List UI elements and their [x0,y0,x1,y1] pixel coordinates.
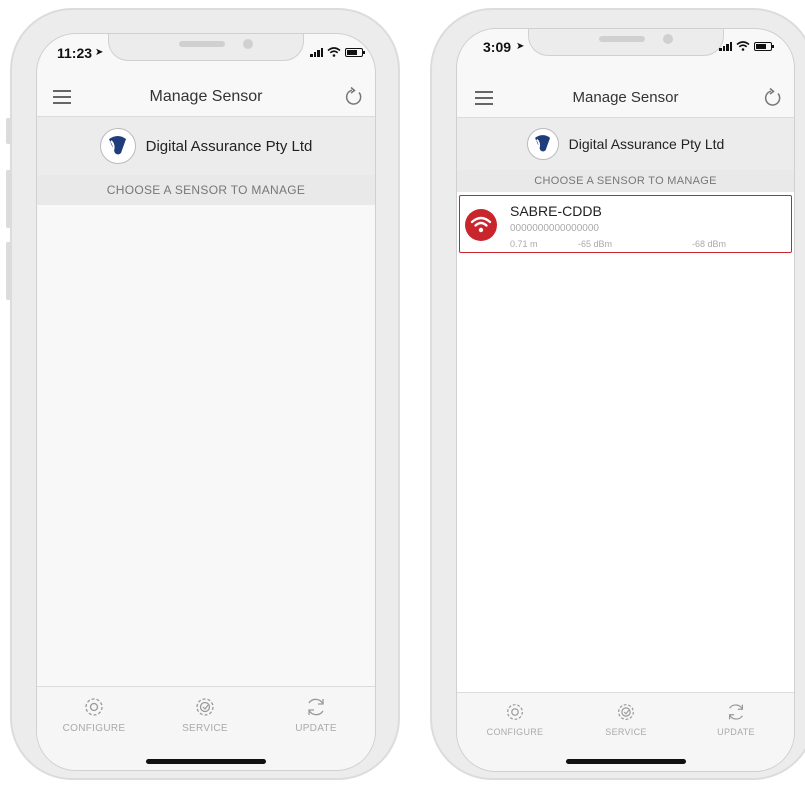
phone-frame-left: 11:23 ➤ Manage Sensor Digital Assurance … [10,8,400,780]
battery-icon [345,47,365,57]
phone-screen-right: 3:09 ➤ Manage Sensor Digital Assurance P… [456,28,795,772]
location-arrow-icon: ➤ [95,47,104,58]
battery-icon [754,41,774,51]
service-gear-icon [196,698,214,716]
sensor-signal-badge [465,209,497,241]
sensor-distance: 0.71 m [510,239,538,249]
sensor-rssi-2: -68 dBm [692,239,727,249]
service-gear-icon [618,704,634,720]
nav-bar: Manage Sensor [37,78,375,117]
section-label: CHOOSE A SENSOR TO MANAGE [37,175,375,205]
sensor-id: 0000000000000000 [510,223,599,234]
tab-update-label: UPDATE [717,727,755,737]
cellular-signal-icon [310,47,323,57]
sensor-name: SABRE-CDDB [510,203,602,219]
refresh-icon[interactable] [343,86,365,108]
status-icons [719,41,774,51]
page-title: Manage Sensor [149,88,263,105]
company-name: Digital Assurance Pty Ltd [145,137,313,155]
section-label: CHOOSE A SENSOR TO MANAGE [457,170,794,192]
status-time: 11:23 [57,45,93,61]
sensor-rssi-1: -65 dBm [578,239,613,249]
sync-icon [728,704,744,720]
wifi-icon [470,216,492,233]
location-arrow-icon: ➤ [516,41,525,52]
tab-configure-label: CONFIGURE [486,727,544,737]
wifi-status-icon [736,41,750,51]
nav-bar: Manage Sensor [457,79,794,118]
tab-update-label: UPDATE [295,723,337,734]
home-indicator[interactable] [146,759,266,764]
page-title: Manage Sensor [572,89,679,106]
sensor-list [37,205,375,685]
company-logo-icon [99,128,136,164]
tab-service-label: SERVICE [182,723,228,734]
tab-service[interactable]: SERVICE [581,701,671,737]
wifi-status-icon [327,47,341,57]
tab-service-label: SERVICE [605,727,647,737]
tab-configure[interactable]: CONFIGURE [49,695,139,734]
phone-screen-left: 11:23 ➤ Manage Sensor Digital Assurance … [36,33,376,771]
tab-update[interactable]: UPDATE [271,695,361,734]
status-bar: 11:23 ➤ [37,34,375,78]
cellular-signal-icon [719,41,732,51]
tab-bar: CONFIGURE SERVICE UPDATE [457,692,794,771]
status-bar: 3:09 ➤ [457,29,794,73]
tab-configure-label: CONFIGURE [62,723,126,734]
tab-service[interactable]: SERVICE [160,695,250,734]
status-time: 3:09 [483,39,512,55]
company-header: Digital Assurance Pty Ltd [37,117,375,175]
status-icons [310,47,365,57]
gear-icon [507,704,523,720]
sensor-list: SABRE-CDDB 0000000000000000 0.71 m -65 d… [457,192,794,692]
sensor-list-item[interactable]: SABRE-CDDB 0000000000000000 0.71 m -65 d… [459,195,792,253]
company-header: Digital Assurance Pty Ltd [457,118,794,170]
tab-configure[interactable]: CONFIGURE [470,701,560,737]
gear-icon [85,698,103,716]
tab-bar: CONFIGURE SERVICE UPDATE [37,686,375,770]
refresh-icon[interactable] [762,87,784,109]
company-name: Digital Assurance Pty Ltd [568,136,725,152]
tab-update[interactable]: UPDATE [691,701,781,737]
home-indicator[interactable] [565,759,686,764]
company-logo-icon [526,128,559,160]
phone-frame-right: 3:09 ➤ Manage Sensor Digital Assurance P… [430,8,805,780]
sync-icon [308,698,324,716]
